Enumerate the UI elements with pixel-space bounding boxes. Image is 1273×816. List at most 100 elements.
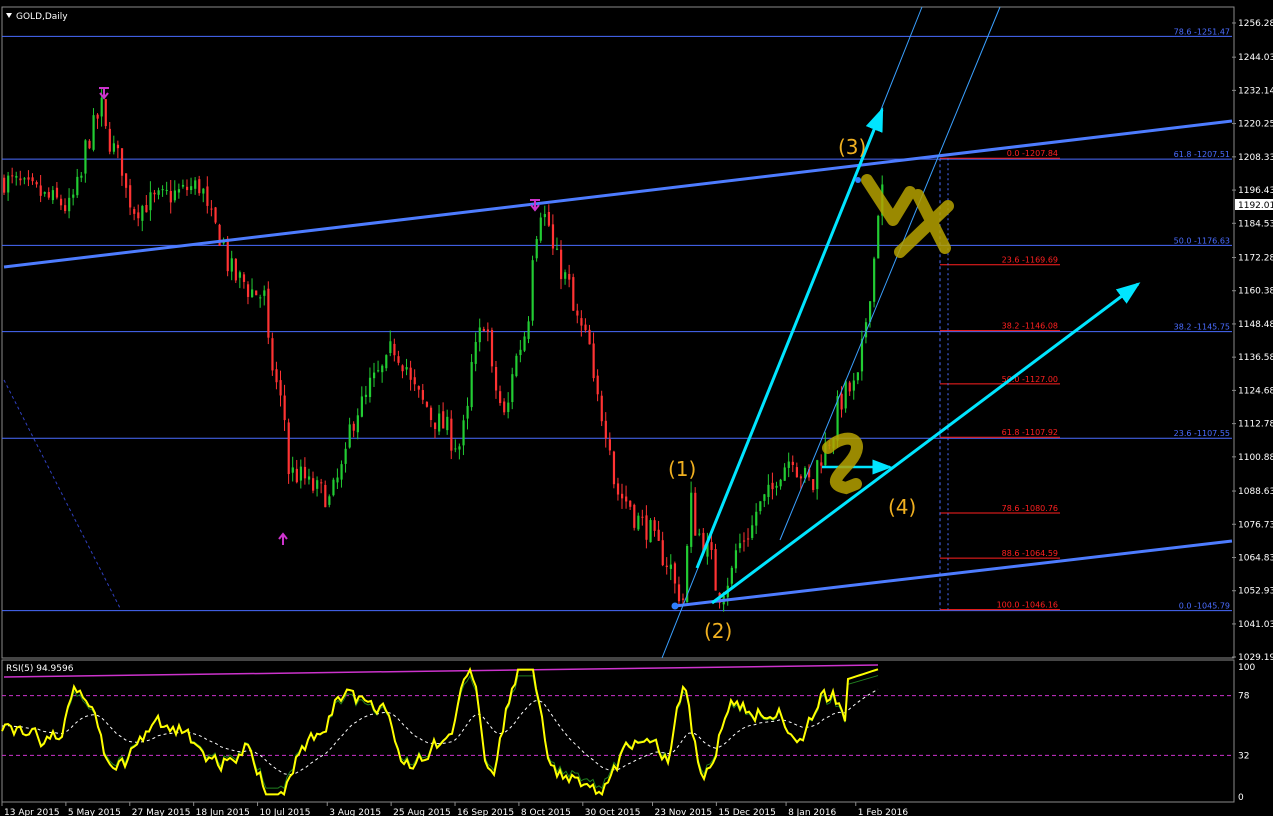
candle-body — [844, 381, 847, 409]
candle-body — [486, 329, 490, 332]
candle-body — [116, 144, 120, 149]
candle-body — [535, 239, 538, 259]
candle-body — [137, 212, 140, 219]
candle-body — [812, 479, 815, 490]
candle-body — [438, 413, 441, 432]
candle-body — [124, 173, 128, 188]
candle-body — [80, 175, 83, 178]
candle-body — [771, 482, 774, 490]
candle-body — [755, 511, 758, 526]
candle-body — [283, 395, 286, 421]
candle-body — [527, 321, 530, 339]
candle-body — [238, 272, 242, 278]
candle-body — [271, 338, 274, 371]
candle-body — [291, 467, 294, 473]
candle-body — [51, 190, 55, 201]
candle-body — [417, 386, 420, 390]
candle-body — [145, 204, 148, 213]
candle-body — [324, 484, 327, 508]
candle-body — [332, 479, 335, 496]
x-tick-label: 16 Sep 2015 — [457, 808, 514, 816]
candle-body — [15, 175, 18, 178]
candle-body — [507, 402, 510, 413]
candle-body — [194, 180, 197, 189]
rsi-y-tick-label: 78 — [1238, 692, 1250, 702]
y-tick-label: 1244.03 — [1238, 53, 1273, 63]
candle-body — [421, 390, 424, 400]
candle-body — [499, 391, 502, 404]
candle-body — [202, 188, 205, 194]
y-tick-label: 1076.73 — [1238, 520, 1273, 530]
candle-body — [576, 310, 579, 316]
candle-body — [312, 478, 315, 491]
fib-red-label: 0.0 -1207.84 — [1007, 149, 1058, 158]
candle-body — [356, 415, 359, 433]
fractal-down-arrow — [99, 87, 109, 100]
fib-red-label: 78.6 -1080.76 — [1002, 504, 1058, 513]
wave-label-1: (1) — [668, 457, 696, 481]
candle-body — [482, 328, 485, 332]
candle-body — [450, 418, 453, 451]
candle-body — [23, 178, 26, 180]
y-tick-label: 1196.43 — [1238, 186, 1273, 196]
rsi-signal-line — [1, 674, 879, 789]
symbol-menu-icon[interactable] — [6, 13, 12, 18]
fractal-up-arrow — [278, 532, 288, 545]
candle-body — [629, 500, 632, 507]
fib-red-label: 100.0 -1046.16 — [997, 601, 1058, 610]
candle-body — [442, 411, 445, 429]
candle-body — [494, 366, 498, 391]
candle-body — [409, 367, 412, 380]
y-tick-label: 1029.19 — [1238, 653, 1273, 663]
y-tick-label: 1208.33 — [1238, 153, 1273, 163]
candle-body — [698, 533, 701, 535]
candle-body — [47, 192, 50, 198]
wave-label-4: (4) — [888, 495, 916, 519]
rsi-trendline — [3, 664, 879, 678]
y-tick-label: 1124.68 — [1238, 386, 1273, 396]
x-tick-label: 15 Dec 2015 — [718, 808, 776, 816]
candle-body — [413, 377, 416, 385]
candle-body — [133, 209, 136, 214]
candle-body — [694, 492, 697, 536]
y-tick-label: 1184.53 — [1238, 219, 1273, 229]
candle-body — [649, 520, 652, 543]
candle-body — [547, 211, 551, 226]
candle-body — [336, 477, 339, 483]
candle-body — [263, 290, 266, 296]
candle-body — [68, 197, 71, 212]
x-tick-label: 27 May 2015 — [132, 808, 191, 816]
candle-body — [393, 343, 396, 356]
fib-red-label: 61.8 -1107.92 — [1002, 428, 1058, 437]
candle-body — [59, 198, 63, 206]
y-tick-label: 1172.28 — [1238, 253, 1273, 263]
candle-body — [446, 416, 449, 431]
candle-body — [816, 460, 819, 490]
candle-body — [690, 492, 693, 547]
candle-body — [783, 467, 786, 481]
candle-body — [389, 341, 392, 354]
candle-body — [295, 468, 298, 483]
candle-body — [620, 493, 624, 499]
candle-body — [234, 258, 237, 281]
candle-body — [470, 362, 473, 408]
candle-body — [616, 483, 620, 495]
candle-body — [381, 365, 384, 373]
candle-body — [657, 529, 660, 541]
candle-body — [84, 140, 87, 174]
candle-body — [751, 525, 754, 538]
y-tick-label: 1136.58 — [1238, 353, 1273, 363]
rsi-line — [1, 666, 879, 797]
candle-body — [88, 140, 91, 149]
x-tick-label: 8 Jan 2016 — [788, 808, 836, 816]
candle-body — [177, 189, 181, 193]
y-tick-label: 1052.93 — [1238, 587, 1273, 597]
wave-label-3: (3) — [838, 135, 866, 159]
candle-body — [710, 542, 713, 551]
fib-red-label: 23.6 -1169.69 — [1002, 256, 1058, 265]
candle-body — [251, 289, 254, 298]
candle-body — [677, 584, 681, 602]
candle-body — [108, 128, 111, 152]
candle-body — [612, 451, 616, 485]
y-tick-label: 1112.78 — [1238, 420, 1273, 430]
